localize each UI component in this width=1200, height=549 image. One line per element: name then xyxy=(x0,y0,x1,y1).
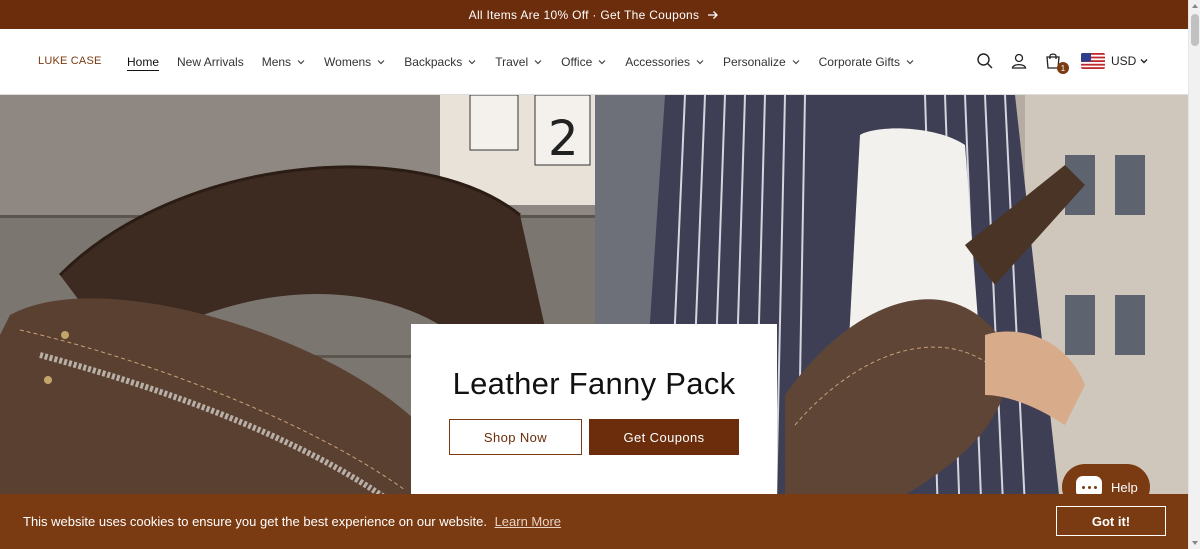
chevron-down-icon xyxy=(377,60,385,65)
nav-item-backpacks[interactable]: Backpacks xyxy=(404,55,477,69)
site-header: LUKE CASE Home New Arrivals Mens Womens … xyxy=(0,29,1188,95)
page-scrollbar[interactable] xyxy=(1188,0,1200,549)
announcement-text: All Items Are 10% Off · Get The Coupons xyxy=(468,7,700,22)
nav-item-womens[interactable]: Womens xyxy=(324,55,386,69)
nav-label: Backpacks xyxy=(404,55,463,69)
nav-item-personalize[interactable]: Personalize xyxy=(723,55,801,69)
hero-title: Leather Fanny Pack xyxy=(452,366,736,401)
arrow-right-icon xyxy=(708,10,719,19)
currency-selector[interactable]: USD xyxy=(1081,53,1149,69)
scroll-down-icon[interactable] xyxy=(1191,539,1199,547)
nav-label: Travel xyxy=(495,55,529,69)
nav-item-corporate-gifts[interactable]: Corporate Gifts xyxy=(819,55,915,69)
cookie-text: This website uses cookies to ensure you … xyxy=(23,514,487,529)
hero-promo-card: Leather Fanny Pack Shop Now Get Coupons xyxy=(411,324,777,494)
chevron-down-icon xyxy=(696,60,704,65)
scroll-thumb[interactable] xyxy=(1191,14,1199,46)
chevron-down-icon xyxy=(792,60,800,65)
nav-label: Corporate Gifts xyxy=(818,55,901,69)
nav-item-accessories[interactable]: Accessories xyxy=(625,55,705,69)
cart-count-badge: 1 xyxy=(1057,62,1069,74)
chevron-down-icon xyxy=(1140,59,1148,64)
nav-label: Womens xyxy=(324,55,372,69)
nav-label: Accessories xyxy=(625,55,690,69)
cookie-message: This website uses cookies to ensure you … xyxy=(23,514,561,529)
currency-label: USD xyxy=(1111,54,1137,68)
nav-item-office[interactable]: Office xyxy=(561,55,607,69)
nav-label: New Arrivals xyxy=(177,55,244,69)
cart-button[interactable]: 1 xyxy=(1043,51,1069,74)
chevron-down-icon xyxy=(598,60,606,65)
scroll-up-icon[interactable] xyxy=(1191,2,1199,10)
account-icon[interactable] xyxy=(1009,51,1029,71)
got-it-button[interactable]: Got it! xyxy=(1056,506,1166,536)
svg-text:2: 2 xyxy=(548,111,579,167)
shop-now-button[interactable]: Shop Now xyxy=(449,419,582,455)
nav-label: Personalize xyxy=(722,55,786,69)
search-icon[interactable] xyxy=(975,51,995,71)
us-flag-icon xyxy=(1081,53,1105,69)
chevron-down-icon xyxy=(297,60,305,65)
nav-label: Mens xyxy=(261,55,292,69)
announcement-bar[interactable]: All Items Are 10% Off · Get The Coupons xyxy=(0,0,1188,29)
nav-label: Home xyxy=(127,55,160,69)
chevron-down-icon xyxy=(906,60,914,65)
logo[interactable]: LUKE CASE xyxy=(38,55,102,67)
nav-item-mens[interactable]: Mens xyxy=(262,55,306,69)
nav-item-home[interactable]: Home xyxy=(127,55,159,69)
nav-label: Office xyxy=(561,55,593,69)
main-nav: Home New Arrivals Mens Womens Backpacks … xyxy=(127,29,933,95)
chevron-down-icon xyxy=(468,60,476,65)
chevron-down-icon xyxy=(534,60,542,65)
learn-more-link[interactable]: Learn More xyxy=(495,514,561,529)
get-coupons-button[interactable]: Get Coupons xyxy=(589,419,739,455)
help-label: Help xyxy=(1111,479,1138,495)
nav-item-new-arrivals[interactable]: New Arrivals xyxy=(177,55,244,69)
nav-item-travel[interactable]: Travel xyxy=(495,55,543,69)
header-actions: 1 USD xyxy=(975,51,1149,74)
cookie-banner: This website uses cookies to ensure you … xyxy=(0,494,1188,549)
